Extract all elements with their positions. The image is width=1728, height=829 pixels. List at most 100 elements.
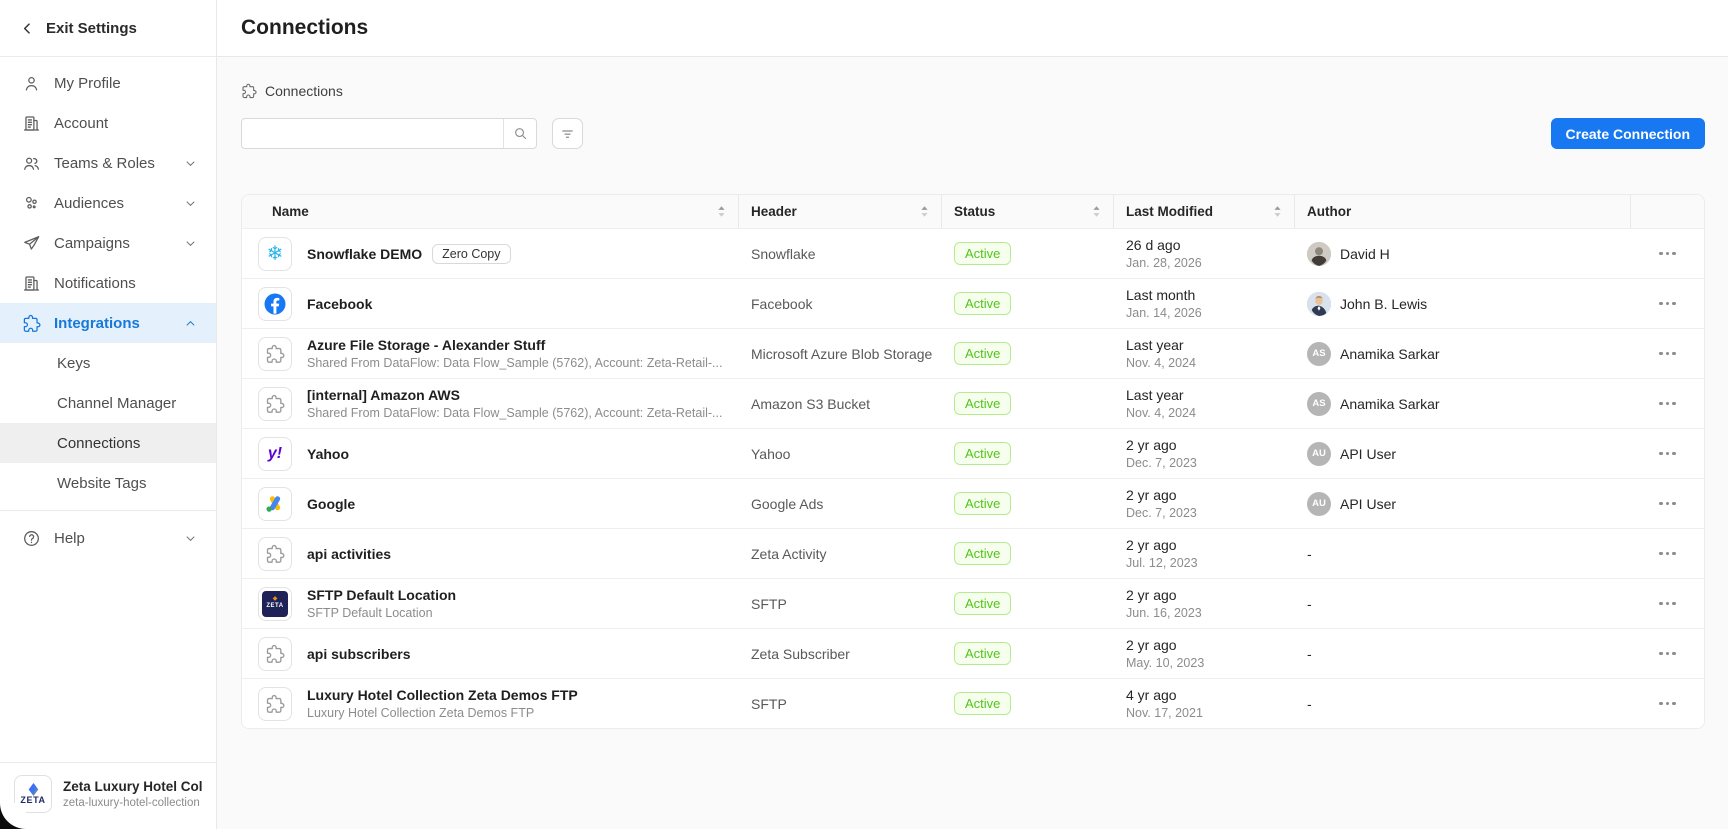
sort-icon[interactable] bbox=[1265, 205, 1282, 218]
more-options-icon[interactable] bbox=[1652, 545, 1683, 563]
author-cell: ASAnamika Sarkar bbox=[1295, 392, 1631, 416]
modified-date: Nov. 4, 2024 bbox=[1126, 356, 1196, 370]
header-cell: Microsoft Azure Blob Storage bbox=[739, 346, 942, 362]
connection-row-azure-file-storage-alexander-stuff[interactable]: Azure File Storage - Alexander StuffShar… bbox=[242, 328, 1704, 378]
connection-row-snowflake-demo[interactable]: ❄Snowflake DEMOZero CopySnowflakeActive2… bbox=[242, 228, 1704, 278]
exit-settings-button[interactable]: Exit Settings bbox=[0, 0, 216, 57]
sort-icon[interactable] bbox=[1084, 205, 1101, 218]
connection-subtitle: Shared From DataFlow: Data Flow_Sample (… bbox=[307, 356, 722, 370]
avatar: AS bbox=[1307, 392, 1331, 416]
modified-date: Dec. 7, 2023 bbox=[1126, 506, 1197, 520]
more-options-icon[interactable] bbox=[1652, 495, 1683, 513]
user-icon bbox=[22, 74, 41, 93]
header-cell: Yahoo bbox=[739, 446, 942, 462]
connection-row-internal-amazon-aws[interactable]: [internal] Amazon AWSShared From DataFlo… bbox=[242, 378, 1704, 428]
sidebar-item-account[interactable]: Account bbox=[0, 103, 216, 143]
audience-icon bbox=[22, 194, 41, 213]
sidebar-subitem-label: Keys bbox=[57, 355, 90, 372]
sidebar-item-my-profile[interactable]: My Profile bbox=[0, 63, 216, 103]
connection-row-facebook[interactable]: FacebookFacebookActiveLast monthJan. 14,… bbox=[242, 278, 1704, 328]
name-cell: api activities bbox=[242, 537, 739, 571]
sidebar-subitem-website-tags[interactable]: Website Tags bbox=[0, 463, 216, 503]
column-header-last-modified[interactable]: Last Modified bbox=[1114, 195, 1295, 228]
status-badge: Active bbox=[954, 642, 1011, 665]
modified-date: Nov. 4, 2024 bbox=[1126, 406, 1196, 420]
search-input[interactable] bbox=[242, 119, 503, 148]
connection-name: Facebook bbox=[307, 296, 372, 312]
actions-cell bbox=[1631, 595, 1704, 613]
sidebar-item-audiences[interactable]: Audiences bbox=[0, 183, 216, 223]
org-name: Zeta Luxury Hotel Colle... bbox=[63, 779, 202, 794]
connection-row-api-subscribers[interactable]: api subscribersZeta SubscriberActive2 yr… bbox=[242, 628, 1704, 678]
column-label: Name bbox=[272, 204, 309, 219]
more-options-icon[interactable] bbox=[1652, 445, 1683, 463]
create-connection-button[interactable]: Create Connection bbox=[1551, 118, 1705, 149]
more-options-icon[interactable] bbox=[1652, 395, 1683, 413]
sidebar-item-campaigns[interactable]: Campaigns bbox=[0, 223, 216, 263]
sidebar-item-help[interactable]: Help bbox=[0, 518, 216, 558]
search-icon[interactable] bbox=[503, 119, 536, 148]
more-options-icon[interactable] bbox=[1652, 645, 1683, 663]
screen-corner bbox=[0, 803, 26, 829]
status-badge: Active bbox=[954, 442, 1011, 465]
filter-button[interactable] bbox=[552, 118, 583, 149]
sort-icon[interactable] bbox=[912, 205, 929, 218]
sidebar-item-teams-roles[interactable]: Teams & Roles bbox=[0, 143, 216, 183]
column-header-status[interactable]: Status bbox=[942, 195, 1114, 228]
more-options-icon[interactable] bbox=[1652, 245, 1683, 263]
status-badge: Active bbox=[954, 242, 1011, 265]
org-switcher[interactable]: ZETA Zeta Luxury Hotel Colle... zeta-lux… bbox=[0, 762, 216, 829]
facebook-logo-icon bbox=[263, 292, 287, 316]
puzzle-connector-icon bbox=[265, 394, 285, 414]
sidebar-subitem-keys[interactable]: Keys bbox=[0, 343, 216, 383]
status-badge: Active bbox=[954, 492, 1011, 515]
connection-row-google[interactable]: GoogleGoogle AdsActive2 yr agoDec. 7, 20… bbox=[242, 478, 1704, 528]
column-header-header[interactable]: Header bbox=[739, 195, 942, 228]
connection-row-yahoo[interactable]: y!YahooYahooActive2 yr agoDec. 7, 2023AU… bbox=[242, 428, 1704, 478]
title-bar: Connections bbox=[217, 0, 1728, 57]
avatar: AU bbox=[1307, 442, 1331, 466]
more-options-icon[interactable] bbox=[1652, 595, 1683, 613]
zeta-logo-icon: ◆ZETA bbox=[262, 591, 288, 617]
chevron-down-icon bbox=[183, 156, 198, 171]
more-options-icon[interactable] bbox=[1652, 695, 1683, 713]
connection-name: api activities bbox=[307, 546, 391, 562]
author-name: Anamika Sarkar bbox=[1340, 346, 1440, 362]
sort-icon[interactable] bbox=[709, 205, 726, 218]
author-cell: - bbox=[1295, 546, 1631, 562]
sidebar-item-label: Integrations bbox=[54, 315, 140, 332]
sidebar-subitem-label: Connections bbox=[57, 435, 140, 452]
connection-icon-box bbox=[258, 537, 292, 571]
header-cell: Google Ads bbox=[739, 496, 942, 512]
name-cell: ❄Snowflake DEMOZero Copy bbox=[242, 237, 739, 271]
last-modified-cell: 2 yr agoDec. 7, 2023 bbox=[1114, 437, 1295, 470]
header-cell: SFTP bbox=[739, 696, 942, 712]
status-badge: Active bbox=[954, 392, 1011, 415]
puzzle-connector-icon bbox=[265, 544, 285, 564]
connection-icon-box: ◆ZETA bbox=[258, 587, 292, 621]
column-header-actions bbox=[1631, 195, 1704, 228]
avatar bbox=[1307, 292, 1331, 316]
last-modified-cell: 26 d agoJan. 28, 2026 bbox=[1114, 237, 1295, 270]
connection-row-api-activities[interactable]: api activitiesZeta ActivityActive2 yr ag… bbox=[242, 528, 1704, 578]
sidebar-item-integrations[interactable]: Integrations bbox=[0, 303, 216, 343]
header-cell: Amazon S3 Bucket bbox=[739, 396, 942, 412]
puzzle-connector-icon bbox=[265, 694, 285, 714]
sidebar-subitem-connections[interactable]: Connections bbox=[0, 423, 216, 463]
connections-table: NameHeaderStatusLast ModifiedAuthor ❄Sno… bbox=[241, 194, 1705, 729]
connection-icon-box bbox=[258, 687, 292, 721]
modified-relative: 2 yr ago bbox=[1126, 437, 1197, 453]
modified-relative: Last month bbox=[1126, 287, 1202, 303]
column-label: Status bbox=[954, 204, 995, 219]
sidebar-item-notifications[interactable]: Notifications bbox=[0, 263, 216, 303]
more-options-icon[interactable] bbox=[1652, 345, 1683, 363]
author-cell: - bbox=[1295, 696, 1631, 712]
connection-row-luxury-hotel-collection-zeta-demos-ftp[interactable]: Luxury Hotel Collection Zeta Demos FTPLu… bbox=[242, 678, 1704, 728]
connection-row-sftp-default-location[interactable]: ◆ZETASFTP Default LocationSFTP Default L… bbox=[242, 578, 1704, 628]
column-header-name[interactable]: Name bbox=[242, 195, 739, 228]
sidebar-subitem-channel-manager[interactable]: Channel Manager bbox=[0, 383, 216, 423]
chevron-down-icon bbox=[183, 196, 198, 211]
column-label: Last Modified bbox=[1126, 204, 1213, 219]
name-cell: Azure File Storage - Alexander StuffShar… bbox=[242, 337, 739, 371]
more-options-icon[interactable] bbox=[1652, 295, 1683, 313]
